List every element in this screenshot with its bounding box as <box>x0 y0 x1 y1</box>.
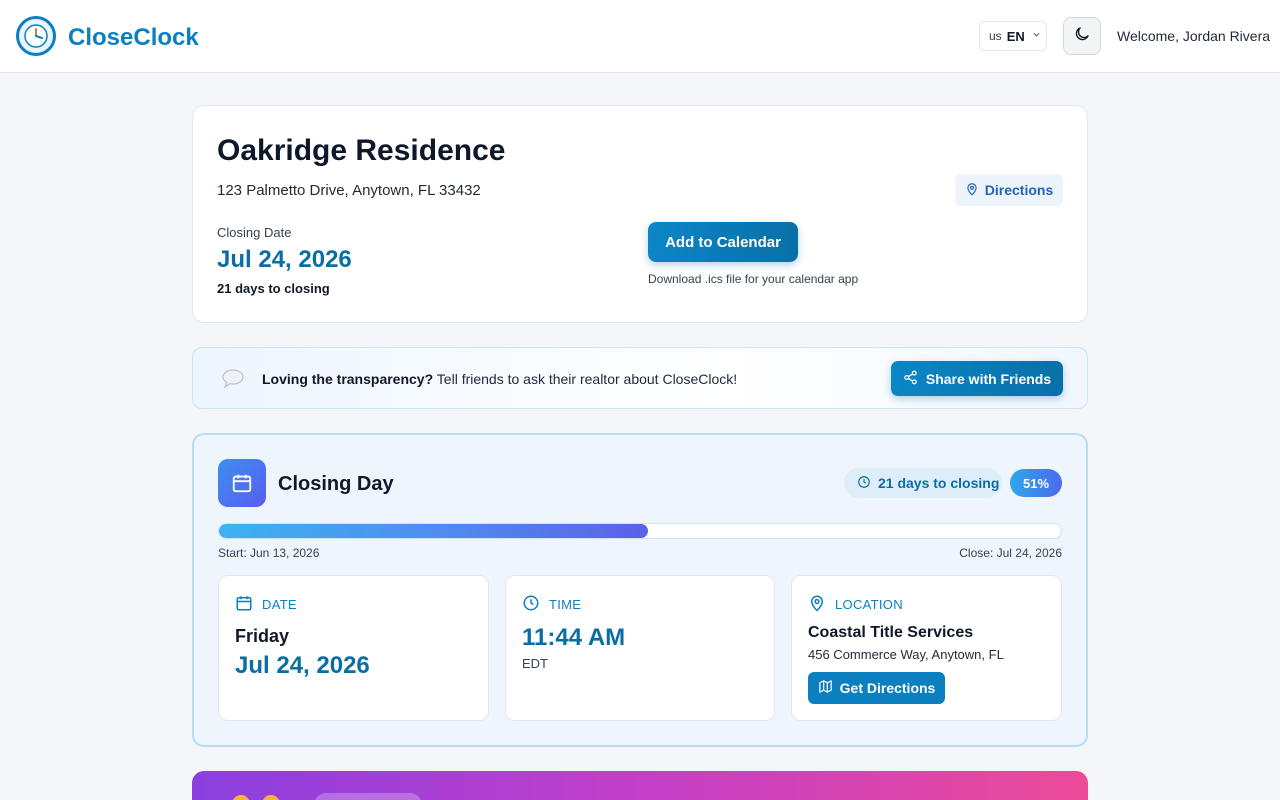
language-selector[interactable]: us EN <box>979 21 1047 51</box>
closing-date-label: Closing Date <box>217 225 292 240</box>
closing-time: 11:44 AM <box>522 624 626 651</box>
theme-toggle-button[interactable] <box>1063 17 1101 55</box>
top-bar: CloseClock us EN Welcome, Jordan Rivera <box>0 0 1280 73</box>
promo-card <box>192 771 1088 800</box>
location-heading: LOCATION <box>835 597 903 612</box>
time-tile: TIME 11:44 AM EDT <box>505 575 775 721</box>
property-address: 123 Palmetto Drive, Anytown, FL 33432 <box>217 182 481 199</box>
clock-icon <box>522 594 540 615</box>
share-icon <box>903 370 918 388</box>
clock-logo-icon[interactable] <box>16 16 56 56</box>
speech-bubble-icon <box>221 368 245 394</box>
chevron-down-icon <box>1032 30 1041 42</box>
progress-track <box>218 523 1062 539</box>
closing-date: Jul 24, 2026 <box>235 652 370 679</box>
calendar-note: Download .ics file for your calendar app <box>648 272 859 286</box>
date-tile-header: DATE <box>235 594 297 615</box>
location-address: 456 Commerce Way, Anytown, FL <box>808 647 1004 662</box>
emoji-icon <box>232 795 250 800</box>
share-with-friends-button[interactable]: Share with Friends <box>891 361 1063 396</box>
map-icon <box>818 679 833 697</box>
progress-start-label: Start: Jun 13, 2026 <box>218 546 320 560</box>
add-to-calendar-button[interactable]: Add to Calendar <box>648 222 798 262</box>
time-heading: TIME <box>549 597 582 612</box>
progress-percent-badge: 51% <box>1010 469 1062 497</box>
share-button-label: Share with Friends <box>925 370 1052 387</box>
days-remaining-badge: 21 days to closing <box>844 468 1002 498</box>
date-heading: DATE <box>262 597 297 612</box>
day-of-week: Friday <box>235 626 290 646</box>
language-code: EN <box>1006 28 1025 44</box>
closing-date-value: Jul 24, 2026 <box>217 246 352 273</box>
location-name: Coastal Title Services <box>808 624 974 641</box>
property-title: Oakridge Residence <box>217 134 506 167</box>
get-directions-button[interactable]: Get Directions <box>808 672 945 704</box>
promo-badge <box>314 793 422 800</box>
days-to-closing: 21 days to closing <box>217 281 330 296</box>
directions-label: Directions <box>984 182 1054 198</box>
timezone: EDT <box>522 656 548 671</box>
brand-name[interactable]: CloseClock <box>68 24 199 52</box>
share-message: Loving the transparency? Tell friends to… <box>262 371 737 387</box>
property-card: Oakridge Residence 123 Palmetto Drive, A… <box>192 105 1088 323</box>
moon-icon <box>1073 25 1091 48</box>
progress-fill <box>219 524 649 538</box>
location-tile-header: LOCATION <box>808 594 903 615</box>
days-remaining-text: 21 days to closing <box>878 475 1000 491</box>
get-directions-label: Get Directions <box>839 680 936 696</box>
map-pin-icon <box>808 594 826 615</box>
date-tile: DATE Friday Jul 24, 2026 <box>218 575 489 721</box>
share-message-bold: Loving the transparency? <box>262 371 434 387</box>
location-tile: LOCATION Coastal Title Services 456 Comm… <box>791 575 1062 721</box>
directions-button[interactable]: Directions <box>955 174 1063 206</box>
clock-icon <box>857 475 871 492</box>
time-tile-header: TIME <box>522 594 581 615</box>
closing-day-panel: Closing Day 21 days to closing 51% Start… <box>192 433 1088 747</box>
share-banner: Loving the transparency? Tell friends to… <box>192 347 1088 409</box>
map-pin-icon <box>965 182 979 199</box>
share-message-text: Tell friends to ask their realtor about … <box>433 371 738 387</box>
flag-icon: us <box>989 29 1002 43</box>
emoji-icon <box>262 795 280 800</box>
calendar-icon <box>218 459 266 507</box>
closing-day-title: Closing Day <box>278 473 394 495</box>
calendar-icon <box>235 594 253 615</box>
progress-close-label: Close: Jul 24, 2026 <box>959 546 1062 560</box>
welcome-text: Welcome, Jordan Rivera <box>1117 28 1271 44</box>
